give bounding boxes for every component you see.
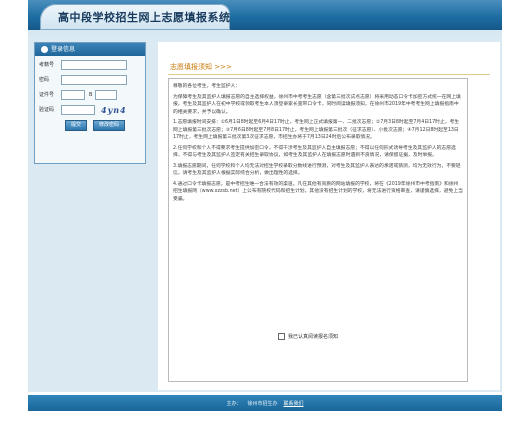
id-row: 证件号 B <box>35 88 145 101</box>
notice-panel: 志愿填报须知 >>> 尊敬的各位考生，考生监护人： 为保障考生及其监护人填报志愿… <box>158 42 500 390</box>
id-label: 证件号 <box>39 92 55 98</box>
agree-label[interactable]: 我已认真阅读报名须知 <box>288 333 338 340</box>
footer-host-label: 主办： <box>226 400 242 407</box>
id-input-1[interactable] <box>61 89 85 100</box>
notice-paragraph: 4.通过口令卡填报志愿，是中考招生唯一合法有效的渠道。凡在其他有资质的网站填报的… <box>173 181 463 202</box>
agree-checkbox[interactable] <box>278 333 285 340</box>
id-input-2[interactable] <box>95 89 118 100</box>
password-label: 密码 <box>39 77 50 83</box>
footer-bar: 主办： 徐州市招生办 联系我们 <box>28 395 502 411</box>
captcha-input[interactable] <box>61 104 95 115</box>
submit-button[interactable]: 提交 <box>65 120 88 131</box>
notice-title: 志愿填报须知 >>> <box>170 63 232 71</box>
login-box: 登录信息 考籍号 密码 证件号 B 验证码 4yn4 提交 修改密码 <box>34 42 146 164</box>
notice-paragraph: 1.志愿填报时间安排：①6月1日8时起至6月4日17时止，考生网上正式填报第一、… <box>173 120 460 140</box>
captcha-row: 验证码 4yn4 <box>35 103 145 116</box>
notice-paragraph: 尊敬的各位考生，考生监护人： <box>173 84 241 89</box>
login-heading-label: 登录信息 <box>51 46 76 53</box>
notice-divider <box>168 74 490 75</box>
login-buttons: 提交 修改密码 <box>35 120 145 131</box>
notice-paragraph: 2.任何学校和个人不得要求考生提供加密口令，不得干涉考生及其监护人自主填报志愿；… <box>173 145 456 159</box>
page-title: 高中段学校招生网上志愿填报系统 <box>58 11 231 24</box>
notice-paragraph: 3.填报志愿期间，任何学校和个人均无法对招生学校录取分数线进行预测，对考生及其监… <box>173 163 461 177</box>
id-mid-label: B <box>89 91 93 98</box>
login-heading: 登录信息 <box>35 43 145 56</box>
exam-number-input[interactable] <box>61 59 127 70</box>
contact-us-link[interactable]: 联系我们 <box>284 400 304 407</box>
agree-row[interactable]: 我已认真阅读报名须知 <box>278 333 338 340</box>
user-icon <box>41 46 48 53</box>
exam-number-row: 考籍号 <box>35 58 145 71</box>
password-row: 密码 <box>35 73 145 86</box>
captcha-label: 验证码 <box>39 107 55 113</box>
change-password-button[interactable]: 修改密码 <box>93 120 126 131</box>
notice-paragraph: 为保障考生及其监护人填报志愿的自主选择权益，徐州市中考考生志愿（含第三批次试点志… <box>173 94 461 115</box>
footer-host-name: 徐州市招生办 <box>247 400 278 407</box>
exam-number-label: 考籍号 <box>39 62 55 68</box>
captcha-image[interactable]: 4yn4 <box>101 105 127 115</box>
password-input[interactable] <box>61 74 127 85</box>
